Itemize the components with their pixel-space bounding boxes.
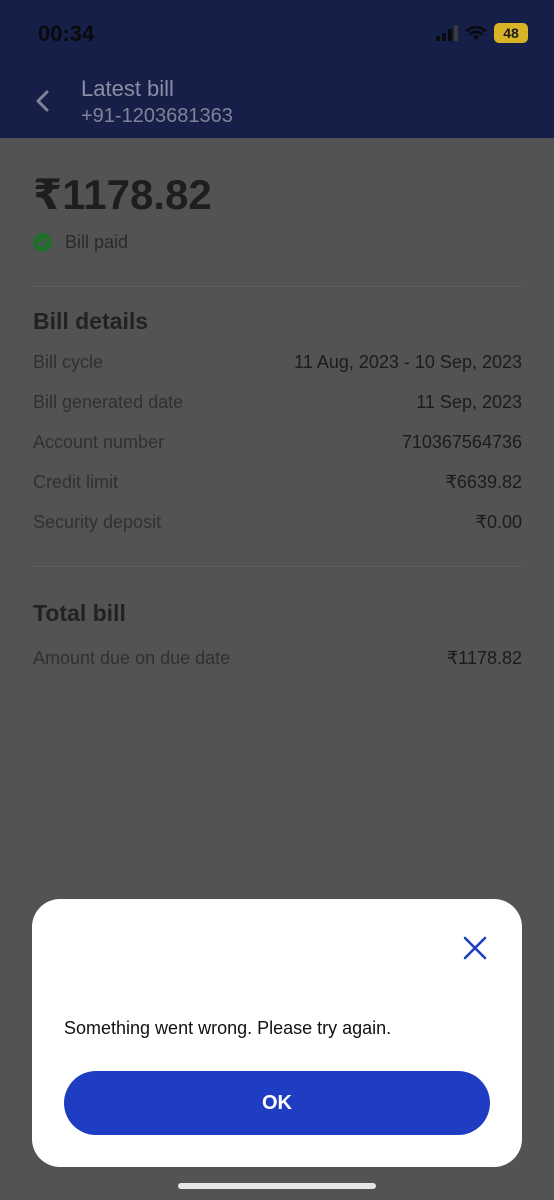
total-bill-title: Total bill <box>33 600 126 626</box>
back-arrow-icon[interactable] <box>30 86 56 116</box>
home-indicator[interactable] <box>178 1183 376 1189</box>
check-circle-icon <box>33 233 52 252</box>
divider <box>33 566 522 567</box>
bill-generated-date-value: 11 Sep, 2023 <box>416 392 522 412</box>
status-icons: 48 <box>436 22 528 44</box>
bill-cycle-label: Bill cycle <box>33 352 104 372</box>
account-number-value: 710367564736 <box>401 432 522 452</box>
bill-cycle-value: 11 Aug, 2023 - 10 Sep, 2023 <box>294 352 522 372</box>
bill-status-label: Bill paid <box>65 232 129 252</box>
security-deposit-value: ₹0.00 <box>475 512 523 532</box>
bill-amount: ₹1178.82 <box>33 171 212 218</box>
amount-due-label: Amount due on due date <box>33 648 231 668</box>
credit-limit-label: Credit limit <box>33 472 119 492</box>
wifi-icon <box>466 25 486 40</box>
page-title: Latest bill <box>81 76 174 101</box>
credit-limit-row: Credit limit ₹6639.82 <box>33 472 522 493</box>
ok-button[interactable]: OK <box>64 1071 490 1135</box>
error-dialog: Something went wrong. Please try again. … <box>32 899 522 1167</box>
credit-limit-value: ₹6639.82 <box>445 472 522 492</box>
amount-due-value: ₹1178.82 <box>446 648 522 668</box>
app-header: 00:34 48 Latest bill +91-1203681363 <box>0 0 554 138</box>
bill-details-title: Bill details <box>33 308 149 334</box>
status-time: 00:34 <box>38 21 95 46</box>
battery-indicator: 48 <box>494 23 528 43</box>
account-number-label: Account number <box>33 432 165 452</box>
bill-status: Bill paid <box>33 232 128 253</box>
signal-icon <box>436 25 458 41</box>
account-number-row: Account number 710367564736 <box>33 432 522 453</box>
close-icon[interactable] <box>462 935 488 961</box>
amount-due-row: Amount due on due date ₹1178.82 <box>33 648 522 669</box>
divider <box>33 286 522 287</box>
bill-generated-date-label: Bill generated date <box>33 392 184 412</box>
bill-cycle-row: Bill cycle 11 Aug, 2023 - 10 Sep, 2023 <box>33 352 522 373</box>
security-deposit-label: Security deposit <box>33 512 162 532</box>
error-message: Something went wrong. Please try again. <box>64 1018 392 1038</box>
phone-number: +91-1203681363 <box>81 105 233 127</box>
security-deposit-row: Security deposit ₹0.00 <box>33 512 522 533</box>
bill-generated-date-row: Bill generated date 11 Sep, 2023 <box>33 392 522 413</box>
